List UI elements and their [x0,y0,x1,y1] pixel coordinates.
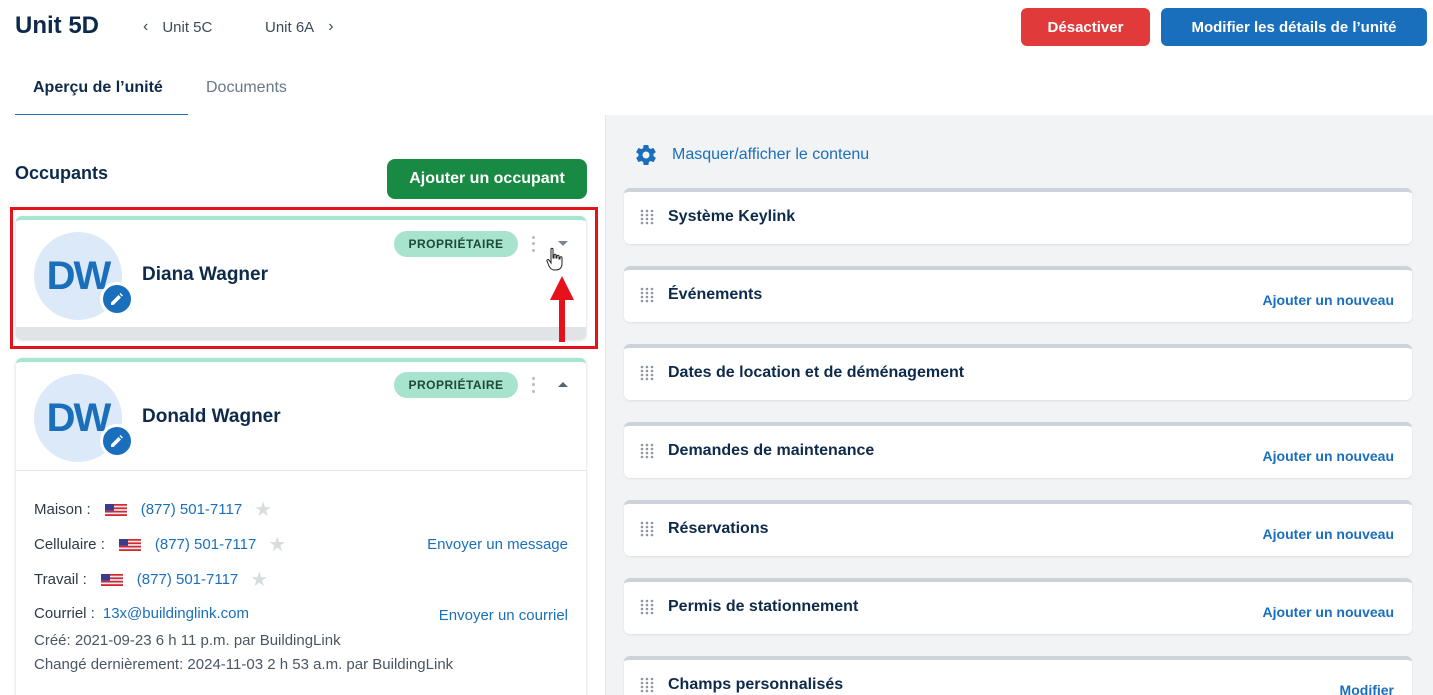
cell-phone[interactable]: (877) 501-7117 [155,536,256,553]
tab-documents[interactable]: Documents [188,78,305,116]
highlight-frame [10,207,598,349]
work-phone-label: Travail : [34,571,87,588]
send-message-link[interactable]: Envoyer un message [427,536,568,553]
section-title: Dates de location et de déménagement [668,364,965,381]
us-flag-icon [100,573,123,586]
section-title: Événements [668,286,763,303]
section-parking-permits[interactable]: Permis de stationnement Ajouter un nouve… [624,578,1412,634]
red-arrow-annotation [550,276,574,342]
section-lease-dates[interactable]: Dates de location et de déménagement [624,344,1412,400]
avatar: DW [34,374,134,462]
drag-handle-icon[interactable] [640,209,654,225]
us-flag-icon [118,538,141,551]
unit-sections-panel: Masquer/afficher le contenu Système Keyl… [605,115,1433,695]
star-icon[interactable]: ★ [254,497,272,522]
occupants-heading: Occupants [15,163,109,183]
drag-handle-icon[interactable] [640,365,654,381]
toggle-content-label: Masquer/afficher le contenu [672,146,870,163]
edit-link[interactable]: Modifier [1340,682,1394,695]
add-occupant-button[interactable]: Ajouter un occupant [387,159,587,199]
section-events[interactable]: Événements Ajouter un nouveau [624,266,1412,322]
email-address[interactable]: 13x@buildinglink.com [103,605,249,622]
edit-occupant-button[interactable] [100,424,134,458]
star-icon[interactable]: ★ [268,532,286,557]
next-unit-label: Unit 6A [265,18,315,36]
created-info: Créé: 2021-09-23 6 h 11 p.m. par Buildin… [34,632,341,649]
occupants-panel: Occupants Ajouter un occupant DW Diana W… [0,115,603,695]
section-title: Champs personnalisés [668,676,844,693]
home-phone-row: Maison : (877) 501-7117 ★ [34,497,272,522]
prev-unit-link[interactable]: ‹ Unit 5C [143,18,212,36]
work-phone[interactable]: (877) 501-7117 [137,571,238,588]
star-icon[interactable]: ★ [250,567,268,592]
changed-info: Changé dernièrement: 2024-11-03 2 h 53 a… [34,656,454,673]
toggle-content-link[interactable]: Masquer/afficher le contenu [634,143,869,167]
occupant-name[interactable]: Donald Wagner [142,406,281,428]
page-title: Unit 5D [15,12,99,39]
avatar-initials: DW [46,395,112,440]
prev-unit-label: Unit 5C [162,18,213,36]
chevron-right-icon: › [328,18,334,35]
section-title: Permis de stationnement [668,598,859,615]
email-row: Courriel : 13x@buildinglink.com [34,605,249,622]
chevron-left-icon: ‹ [143,18,149,35]
tab-unit-overview[interactable]: Aperçu de l’unité [15,78,188,116]
us-flag-icon [104,503,127,516]
edit-unit-details-button[interactable]: Modifier les détails de l’unité [1161,8,1427,46]
add-new-link[interactable]: Ajouter un nouveau [1263,448,1394,464]
home-phone[interactable]: (877) 501-7117 [141,501,242,518]
status-badge: PROPRIÉTAIRE [394,372,518,398]
page-header: Unit 5D ‹ Unit 5C Unit 6A › Désactiver M… [0,0,1433,116]
section-title: Réservations [668,520,769,537]
occupant-card: DW Donald Wagner PROPRIÉTAIRE Maison : (… [16,358,586,695]
drag-handle-icon[interactable] [640,677,654,693]
cell-phone-row: Cellulaire : (877) 501-7117 ★ [34,532,286,557]
section-keylink[interactable]: Système Keylink [624,188,1412,244]
pencil-icon [111,435,123,447]
section-reservations[interactable]: Réservations Ajouter un nouveau [624,500,1412,556]
drag-handle-icon[interactable] [640,287,654,303]
divider [16,470,586,471]
add-new-link[interactable]: Ajouter un nouveau [1263,604,1394,620]
drag-handle-icon[interactable] [640,599,654,615]
drag-handle-icon[interactable] [640,521,654,537]
gear-icon [636,144,656,166]
send-email-link[interactable]: Envoyer un courriel [439,607,568,624]
email-label: Courriel : [34,605,95,622]
section-title: Système Keylink [668,208,796,225]
tab-bar: Aperçu de l’unité Documents [15,78,305,116]
deactivate-button[interactable]: Désactiver [1021,8,1150,46]
add-new-link[interactable]: Ajouter un nouveau [1263,526,1394,542]
hand-cursor-icon [546,247,563,271]
section-maintenance[interactable]: Demandes de maintenance Ajouter un nouve… [624,422,1412,478]
cell-phone-label: Cellulaire : [34,536,105,553]
next-unit-link[interactable]: Unit 6A › [265,18,334,36]
section-custom-fields[interactable]: Champs personnalisés Modifier [624,656,1412,695]
add-new-link[interactable]: Ajouter un nouveau [1263,292,1394,308]
home-phone-label: Maison : [34,501,91,518]
section-title: Demandes de maintenance [668,442,875,459]
more-options-icon[interactable] [528,375,538,395]
drag-handle-icon[interactable] [640,443,654,459]
work-phone-row: Travail : (877) 501-7117 ★ [34,567,268,592]
caret-up-icon[interactable] [556,378,570,392]
